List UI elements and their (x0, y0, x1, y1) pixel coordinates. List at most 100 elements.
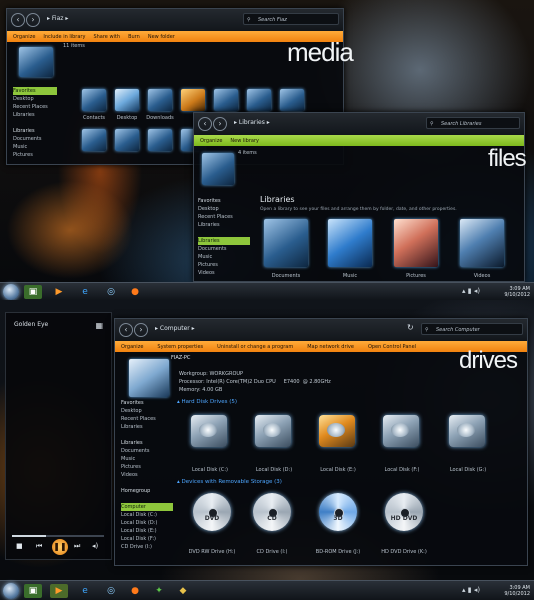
hard-disk-icon[interactable] (319, 415, 355, 447)
hard-disk-section-header[interactable]: ▴ Hard Disk Drives (5) (177, 399, 237, 405)
nav-local-disk-e[interactable]: Local Disk (E:) (121, 527, 173, 535)
bluray-disc-icon[interactable]: 3D (319, 493, 357, 531)
network-taskbar-icon[interactable]: ◎ (102, 285, 120, 299)
music-library-icon[interactable] (328, 219, 372, 267)
hard-disk-icon[interactable] (383, 415, 419, 447)
explorer-taskbar-icon[interactable]: ▣ (24, 584, 42, 598)
nav-libraries-group[interactable]: Libraries (198, 237, 250, 245)
folder-icon[interactable] (148, 89, 172, 111)
nav-desktop[interactable]: Desktop (198, 205, 250, 213)
folder-icon[interactable] (214, 89, 238, 111)
folder-icon[interactable] (82, 129, 106, 151)
folder-icon[interactable] (148, 129, 172, 151)
nav-libraries[interactable]: Libraries (13, 111, 57, 119)
internet-explorer-taskbar-icon[interactable]: e (76, 285, 94, 299)
open-control-panel-button[interactable]: Open Control Panel (368, 344, 416, 350)
share-with-button[interactable]: Share with (93, 34, 120, 40)
nav-favorites[interactable]: Favorites (121, 399, 173, 407)
nav-libraries-group[interactable]: Libraries (121, 439, 173, 447)
nav-local-disk-c[interactable]: Local Disk (C:) (121, 511, 173, 519)
pictures-library-icon[interactable] (394, 219, 438, 267)
folder-icon[interactable] (247, 89, 271, 111)
pause-button[interactable]: ❚❚ (52, 539, 68, 555)
explorer-taskbar-icon[interactable]: ▣ (24, 285, 42, 299)
start-button[interactable] (3, 583, 19, 599)
nav-libraries[interactable]: Libraries (198, 221, 250, 229)
nav-local-disk-d[interactable]: Local Disk (D:) (121, 519, 173, 527)
volume-icon[interactable]: ◂) (92, 542, 98, 550)
folder-icon[interactable] (115, 89, 139, 111)
address-bar[interactable]: ▸ Fiaz ▸ (47, 15, 68, 22)
hddvd-disc-icon[interactable]: HD DVD (385, 493, 423, 531)
nav-libraries[interactable]: Libraries (121, 423, 173, 431)
address-bar[interactable]: ▸ Libraries ▸ (234, 119, 270, 126)
hard-disk-icon[interactable] (255, 415, 291, 447)
nav-videos[interactable]: Videos (198, 269, 250, 277)
cd-disc-icon[interactable]: CD (253, 493, 291, 531)
nav-videos[interactable]: Videos (121, 471, 173, 479)
new-library-button[interactable]: New library (230, 138, 259, 144)
clock[interactable]: 3:09 AM 9/10/2012 (504, 585, 530, 597)
system-properties-button[interactable]: System properties (157, 344, 203, 350)
firefox-taskbar-icon[interactable]: ● (126, 584, 144, 598)
include-in-library-button[interactable]: Include in library (43, 34, 85, 40)
nav-desktop[interactable]: Desktop (121, 407, 173, 415)
new-folder-button[interactable]: New folder (148, 34, 175, 40)
nav-documents[interactable]: Documents (121, 447, 173, 455)
previous-icon[interactable]: ⏮ (36, 542, 42, 551)
nav-pictures[interactable]: Pictures (121, 463, 173, 471)
nav-cd-drive-i[interactable]: CD Drive (I:) (121, 543, 173, 551)
media-player-taskbar-icon[interactable]: ▶ (50, 584, 68, 598)
forward-button[interactable]: › (26, 13, 40, 27)
nav-desktop[interactable]: Desktop (13, 95, 57, 103)
refresh-icon[interactable]: ↻ (407, 323, 414, 332)
nav-libraries-group[interactable]: Libraries (13, 127, 57, 135)
system-tray-icons[interactable]: ▴ ▮ ◂) (462, 586, 480, 594)
search-input[interactable]: ⚲ Search Libraries (426, 117, 520, 129)
start-button[interactable] (3, 284, 19, 300)
removable-section-header[interactable]: ▴ Devices with Removable Storage (3) (177, 479, 282, 485)
system-tray-icons[interactable]: ▴ ▮ ◂) (462, 287, 480, 295)
organize-button[interactable]: Organize (13, 34, 35, 40)
folder-icon[interactable] (181, 89, 205, 111)
internet-explorer-taskbar-icon[interactable]: e (76, 584, 94, 598)
nav-recent-places[interactable]: Recent Places (198, 213, 250, 221)
media-player-taskbar-icon[interactable]: ▶ (50, 285, 68, 299)
network-taskbar-icon[interactable]: ◎ (102, 584, 120, 598)
search-input[interactable]: ⚲ Search Computer (421, 323, 523, 335)
nav-music[interactable]: Music (13, 143, 57, 151)
map-network-drive-button[interactable]: Map network drive (307, 344, 354, 350)
documents-library-icon[interactable] (264, 219, 308, 267)
nav-documents[interactable]: Documents (13, 135, 57, 143)
nav-homegroup[interactable]: Homegroup (121, 487, 173, 495)
nav-favorites[interactable]: Favorites (198, 197, 250, 205)
clock[interactable]: 3:09 AM 9/10/2012 (504, 286, 530, 298)
nav-recent-places[interactable]: Recent Places (121, 415, 173, 423)
nav-local-disk-f[interactable]: Local Disk (F:) (121, 535, 173, 543)
search-input[interactable]: ⚲ Search Fiaz (243, 13, 339, 25)
next-icon[interactable]: ⏭ (74, 542, 80, 551)
app-taskbar-icon[interactable]: ◆ (174, 584, 192, 598)
nav-computer[interactable]: Computer (121, 503, 173, 511)
back-button[interactable]: ‹ (119, 323, 133, 337)
nav-pictures[interactable]: Pictures (13, 151, 57, 159)
forward-button[interactable]: › (134, 323, 148, 337)
back-button[interactable]: ‹ (11, 13, 25, 27)
forward-button[interactable]: › (213, 117, 227, 131)
nav-documents[interactable]: Documents (198, 245, 250, 253)
burn-button[interactable]: Burn (128, 34, 140, 40)
nav-favorites[interactable]: Favorites (13, 87, 57, 95)
folder-icon[interactable] (280, 89, 304, 111)
nav-pictures[interactable]: Pictures (198, 261, 250, 269)
uninstall-program-button[interactable]: Uninstall or change a program (217, 344, 293, 350)
nav-music[interactable]: Music (121, 455, 173, 463)
firefox-taskbar-icon[interactable]: ● (126, 285, 144, 299)
hard-disk-icon[interactable] (449, 415, 485, 447)
videos-library-icon[interactable] (460, 219, 504, 267)
messenger-taskbar-icon[interactable]: ✦ (150, 584, 168, 598)
back-button[interactable]: ‹ (198, 117, 212, 131)
seek-bar[interactable] (12, 535, 104, 537)
hard-disk-icon[interactable] (191, 415, 227, 447)
organize-button[interactable]: Organize (121, 344, 143, 350)
folder-icon[interactable] (82, 89, 106, 111)
